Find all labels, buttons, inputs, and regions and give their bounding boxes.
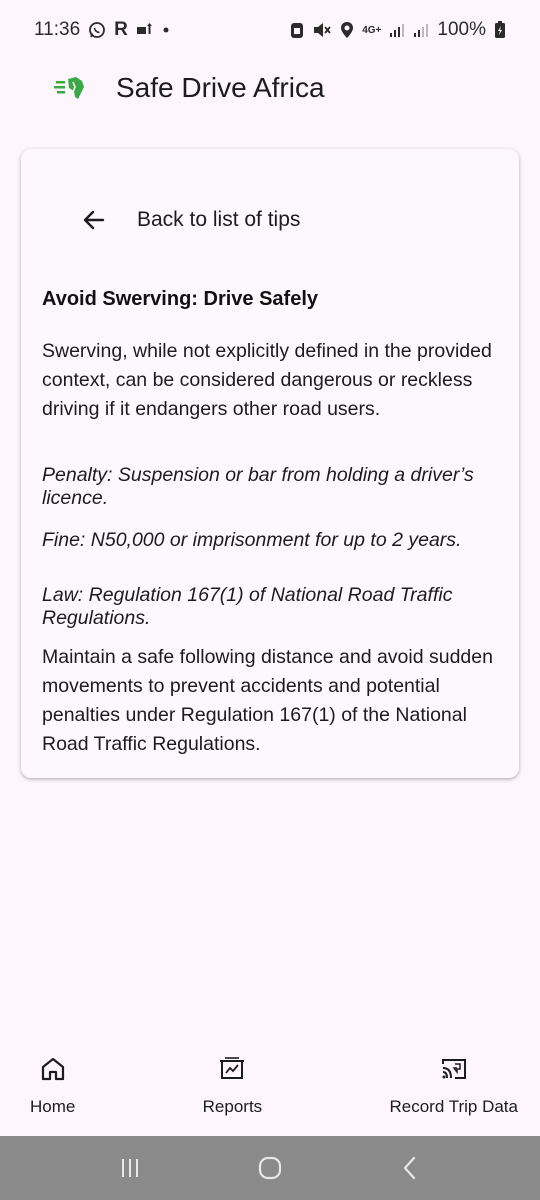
tip-body: Swerving, while not explicitly defined i… — [42, 340, 492, 420]
app-title: Safe Drive Africa — [116, 72, 325, 103]
mute-icon — [312, 21, 332, 39]
status-right: 4G+ 100% — [290, 19, 506, 41]
back-to-tips-button[interactable]: Back to list of tips — [81, 207, 300, 233]
nav-label-home[interactable]: Home — [30, 1097, 75, 1117]
home-icon[interactable] — [38, 1054, 68, 1084]
sync-app-icon — [136, 23, 154, 37]
signal-icon — [389, 22, 405, 38]
tip-detail-card: Back to list of tips Avoid Swerving: Dri… — [21, 149, 519, 778]
network-type: 4G+ — [362, 24, 382, 36]
status-left: 11:36 R — [34, 19, 170, 41]
recent-apps-icon[interactable] — [110, 1148, 150, 1188]
home-button-icon[interactable] — [250, 1148, 290, 1188]
nav-label-record-trip[interactable]: Record Trip Data — [389, 1097, 518, 1117]
reports-icon[interactable] — [217, 1054, 247, 1084]
bottom-navigation: Home Reports Record Trip Data — [0, 1040, 540, 1136]
nav-item-reports[interactable]: Reports — [203, 1040, 263, 1136]
tip-advice: Maintain a safe following distance and a… — [42, 646, 493, 755]
notification-dot-icon — [162, 26, 170, 34]
location-icon — [340, 21, 354, 39]
app-bar: Safe Drive Africa — [0, 60, 540, 116]
tip-fine: Fine: N50,000 or imprisonment for up to … — [42, 529, 462, 551]
arrow-back-icon[interactable] — [81, 207, 107, 233]
carrier-letter: R — [114, 19, 128, 40]
back-to-tips-label[interactable]: Back to list of tips — [137, 208, 300, 232]
whatsapp-icon — [88, 21, 106, 39]
tip-penalty: Penalty: Suspension or bar from holding … — [42, 464, 474, 509]
nav-item-home[interactable]: Home — [30, 1040, 75, 1136]
status-time: 11:36 — [34, 19, 81, 40]
nav-item-record-trip[interactable]: Record Trip Data — [389, 1040, 518, 1136]
cast-record-icon[interactable] — [439, 1054, 469, 1084]
status-bar: 11:36 R 4G+ 100% — [0, 0, 540, 60]
app-logo-icon — [54, 73, 90, 103]
signal-roaming-icon — [413, 22, 429, 38]
battery-saver-icon — [290, 21, 304, 39]
nav-label-reports[interactable]: Reports — [203, 1097, 263, 1117]
battery-percent: 100% — [437, 19, 486, 40]
back-button-icon[interactable] — [390, 1148, 430, 1188]
system-navigation-bar — [0, 1136, 540, 1200]
tip-title: Avoid Swerving: Drive Safely — [42, 288, 319, 310]
tip-law: Law: Regulation 167(1) of National Road … — [42, 584, 453, 629]
battery-charging-icon — [494, 21, 506, 39]
